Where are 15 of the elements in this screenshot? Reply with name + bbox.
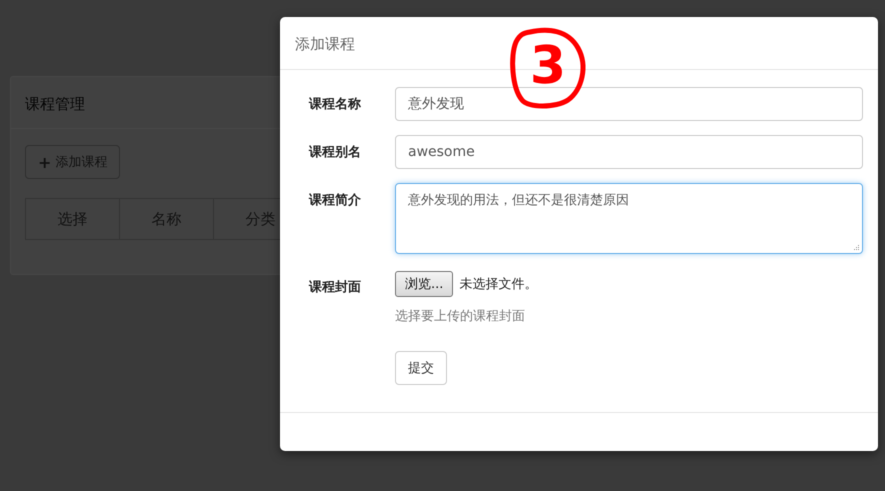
plus-icon: + xyxy=(38,152,52,172)
help-text: 选择要上传的课程封面 xyxy=(395,308,526,325)
file-status: 未选择文件。 xyxy=(459,276,538,293)
field-label: 课程简介 xyxy=(309,192,362,210)
browse-button[interactable]: 浏览... xyxy=(395,271,454,297)
field-label: 课程别名 xyxy=(309,144,362,162)
panel-title: 课程管理 xyxy=(25,95,85,113)
field-label: 课程名称 xyxy=(309,96,362,114)
submit-button[interactable]: 提交 xyxy=(395,351,447,385)
modal-title: 添加课程 xyxy=(295,35,355,53)
textarea-field[interactable]: 意外发现的用法，但还不是很清楚原因 xyxy=(395,183,863,254)
textarea-value: 意外发现的用法，但还不是很清楚原因 xyxy=(408,192,629,209)
field-label: 课程封面 xyxy=(309,279,362,297)
text-field[interactable]: 意外发现 xyxy=(395,87,863,121)
text-field[interactable]: awesome xyxy=(395,135,863,169)
